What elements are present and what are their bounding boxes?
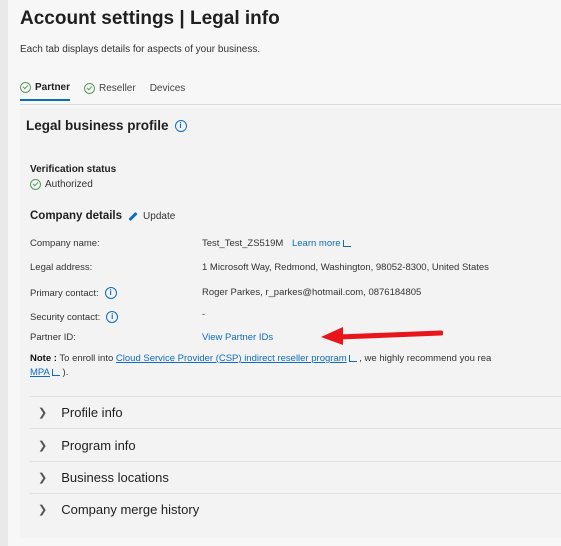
check-circle-icon <box>84 83 96 94</box>
partner-id-label: Partner ID: <box>30 332 76 343</box>
legal-address-label: Legal address: <box>30 262 93 273</box>
verification-status-value: Authorized <box>30 179 93 190</box>
note-text-2: , we highly recommend you rea <box>356 353 492 364</box>
tab-devices-label: Devices <box>149 83 186 94</box>
company-name-label: Company name: <box>30 238 100 249</box>
note-tail: ). <box>59 367 69 378</box>
learn-more-text: Learn more <box>291 238 341 249</box>
page: Account settings | Legal info Each tab d… <box>8 0 561 546</box>
page-subtitle: Each tab displays details for aspects of… <box>20 44 261 55</box>
primary-contact-value: Roger Parkes, r_parkes@hotmail.com, 0876… <box>202 287 422 298</box>
check-circle-icon <box>20 82 31 93</box>
accordion-divider <box>30 461 561 462</box>
company-details-heading: Company details Update <box>30 210 175 222</box>
chevron-right-icon: ❯ <box>38 407 48 419</box>
company-name-text: Test_Test_ZS519M <box>202 238 284 249</box>
red-arrow-annotation <box>321 327 443 345</box>
accordion-label: Program info <box>61 438 136 453</box>
chevron-right-icon: ❯ <box>38 440 48 452</box>
external-link-icon <box>51 368 60 376</box>
mpa-link[interactable]: MPA <box>30 367 50 378</box>
tabs-divider <box>20 104 561 105</box>
page-title: Account settings | Legal info <box>20 8 280 29</box>
legal-business-profile-heading: Legal business profile i <box>26 118 187 133</box>
tab-bar: Partner Reseller Devices <box>20 82 185 101</box>
tab-devices[interactable]: Devices <box>150 83 186 100</box>
check-circle-icon <box>30 179 41 190</box>
accordion-label: Company merge history <box>61 502 200 517</box>
external-link-icon <box>342 239 351 247</box>
accordion-label: Profile info <box>61 405 123 420</box>
tab-reseller-label: Reseller <box>99 83 136 94</box>
tab-partner[interactable]: Partner <box>20 82 71 101</box>
chevron-right-icon: ❯ <box>38 472 48 484</box>
accordion-divider <box>30 493 561 494</box>
chevron-right-icon: ❯ <box>38 504 48 516</box>
legal-address-value: 1 Microsoft Way, Redmond, Washington, 98… <box>202 262 489 273</box>
company-details-title: Company details <box>30 210 123 222</box>
tab-reseller[interactable]: Reseller <box>84 83 136 100</box>
section-title-text: Legal business profile <box>26 118 169 133</box>
primary-contact-label-text: Primary contact: <box>30 287 99 299</box>
info-icon[interactable]: i <box>174 119 187 132</box>
security-contact-label-text: Security contact: <box>30 311 101 323</box>
info-icon[interactable]: i <box>106 311 119 323</box>
pencil-icon <box>128 211 138 221</box>
view-partner-ids-link[interactable]: View Partner IDs <box>202 332 273 343</box>
security-contact-label: Security contact: i <box>30 311 119 323</box>
accordion-divider <box>30 396 561 397</box>
primary-contact-label: Primary contact: i <box>30 287 117 299</box>
verification-status-label: Verification status <box>30 164 117 175</box>
verification-status-text: Authorized <box>45 179 93 190</box>
csp-note: Note : To enroll into Cloud Service Prov… <box>30 352 561 380</box>
accordion-program-info[interactable]: ❯ Program info <box>38 438 136 453</box>
company-name-label-text: Company name: <box>30 238 100 249</box>
accordion-business-locations[interactable]: ❯ Business locations <box>38 470 169 485</box>
note-prefix: Note : <box>30 353 57 364</box>
company-name-value: Test_Test_ZS519M Learn more <box>202 238 351 249</box>
learn-more-link[interactable]: Learn more <box>292 238 351 249</box>
accordion-profile-info[interactable]: ❯ Profile info <box>38 405 123 420</box>
info-icon[interactable]: i <box>104 287 117 299</box>
accordion-divider <box>30 428 561 429</box>
tab-partner-label: Partner <box>35 82 71 93</box>
csp-program-link[interactable]: Cloud Service Provider (CSP) indirect re… <box>116 353 347 364</box>
update-button[interactable]: Update <box>128 211 175 222</box>
accordion-label: Business locations <box>61 470 169 485</box>
security-contact-value: - <box>202 309 206 320</box>
accordion-company-merge-history[interactable]: ❯ Company merge history <box>38 502 199 517</box>
note-text-1: To enroll into <box>56 353 116 364</box>
update-label: Update <box>143 210 176 222</box>
external-link-icon <box>348 354 357 362</box>
